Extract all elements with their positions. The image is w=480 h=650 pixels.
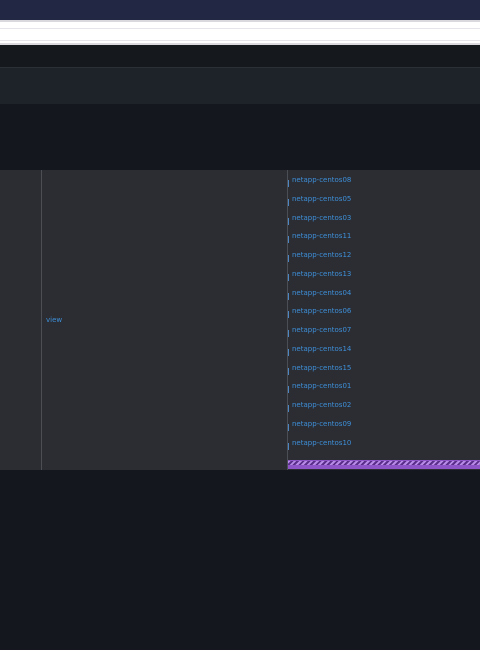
view-link[interactable]: view xyxy=(46,316,62,324)
host-link[interactable]: netapp-centos02 xyxy=(292,400,351,410)
page-spacer xyxy=(0,104,480,170)
link-marker xyxy=(288,405,289,412)
link-marker xyxy=(288,255,289,262)
link-marker xyxy=(288,198,289,206)
host-link[interactable]: netapp-centos13 xyxy=(292,269,351,279)
host-link[interactable]: netapp-centos11 xyxy=(292,231,351,241)
link-marker xyxy=(288,217,289,225)
host-link[interactable]: netapp-centos05 xyxy=(292,194,351,204)
host-link[interactable]: netapp-centos04 xyxy=(292,288,351,298)
host-link[interactable]: netapp-centos10 xyxy=(292,438,351,448)
table-cell-view: view xyxy=(42,170,288,470)
link-marker xyxy=(288,386,289,394)
host-link[interactable]: netapp-centos15 xyxy=(292,363,351,373)
host-link[interactable]: netapp-centos01 xyxy=(292,381,351,391)
progress-stripes xyxy=(288,461,480,465)
address-bar-field[interactable] xyxy=(0,28,480,41)
browser-top-bar xyxy=(0,0,480,20)
link-marker xyxy=(288,442,289,450)
host-link[interactable]: netapp-centos12 xyxy=(292,250,351,260)
host-link[interactable]: netapp-centos03 xyxy=(292,213,351,223)
link-marker xyxy=(288,180,289,187)
host-link[interactable]: netapp-centos14 xyxy=(292,344,351,354)
table-cell-hosts: netapp-centos08 netapp-centos05 netapp-c… xyxy=(288,170,480,470)
table-row: view netapp-centos08 netapp-centos05 net… xyxy=(0,170,480,470)
host-link[interactable]: netapp-centos08 xyxy=(292,175,351,185)
link-marker xyxy=(288,367,289,375)
toolbar-band xyxy=(0,45,480,68)
link-marker xyxy=(288,236,289,244)
host-link[interactable]: netapp-centos09 xyxy=(292,419,351,429)
link-marker xyxy=(288,311,289,319)
link-marker xyxy=(288,330,289,337)
link-marker xyxy=(288,423,289,431)
host-link[interactable]: netapp-centos06 xyxy=(292,306,351,316)
link-marker xyxy=(288,348,289,356)
link-marker xyxy=(288,292,289,300)
address-bar[interactable] xyxy=(0,20,480,45)
link-marker xyxy=(288,273,289,281)
page-bottom-area xyxy=(0,470,480,650)
loading-progress-bar xyxy=(288,460,480,469)
page-header-band xyxy=(0,68,480,104)
table-cell-empty xyxy=(0,170,42,470)
host-link[interactable]: netapp-centos07 xyxy=(292,325,351,335)
